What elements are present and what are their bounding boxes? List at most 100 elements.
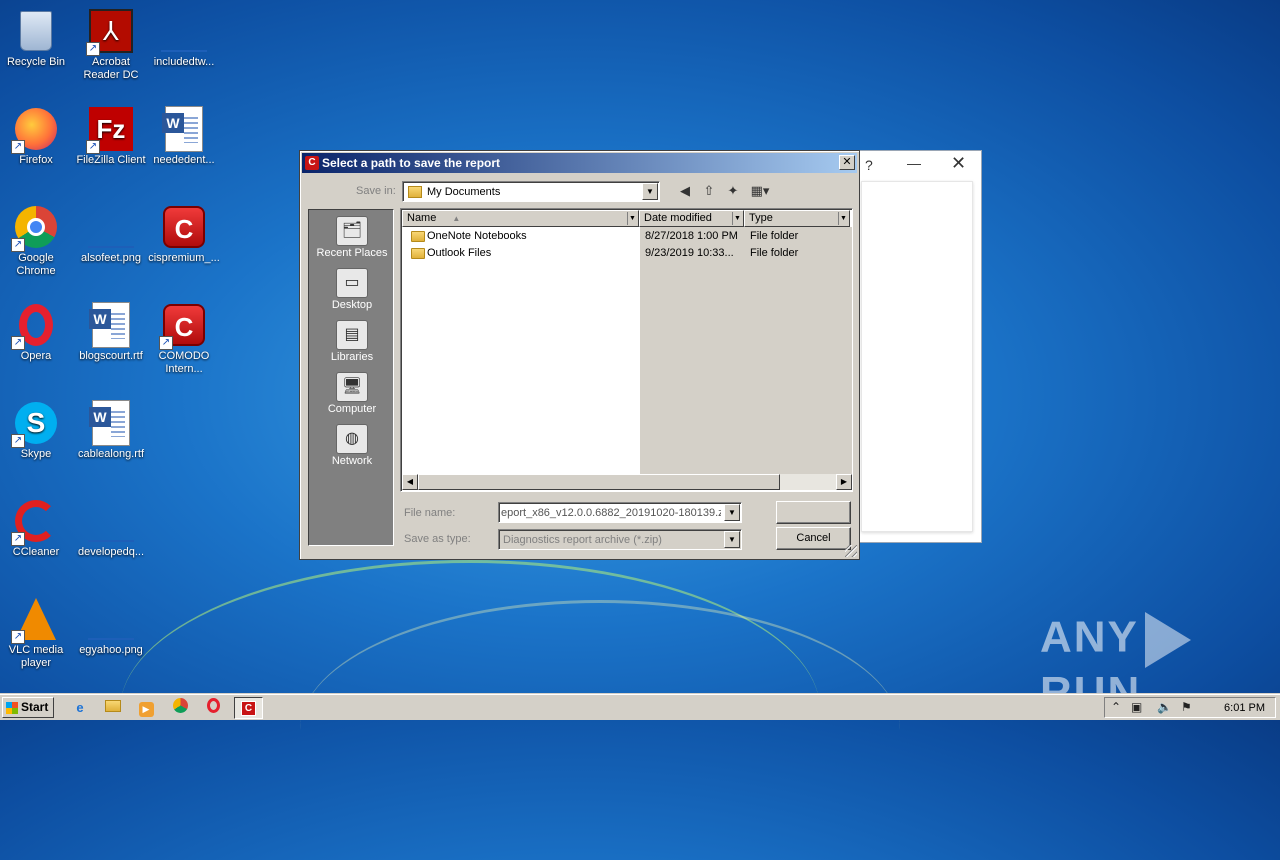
chevron-down-icon[interactable]: ▼ [724,504,740,521]
shortcut-arrow-icon: ↗ [11,140,25,154]
media-player-icon[interactable]: ▶ [134,698,158,718]
back-icon[interactable]: ◀ [676,182,694,200]
play-logo-icon [1144,612,1191,668]
background-window: ? — ✕ [858,150,982,543]
desktop-icon-includedtw[interactable]: includedtw... [148,8,220,69]
desktop-icon-ccleaner[interactable]: ↗ CCleaner [0,498,72,559]
chevron-down-icon[interactable]: ▼ [724,531,740,548]
desktop-icon-chrome[interactable]: ↗ Google Chrome [0,204,72,278]
action-center-flag-icon[interactable]: ⚑ [1181,700,1192,714]
view-menu-icon[interactable]: ▦▾ [748,182,772,200]
desktop-icon-comodo[interactable]: C ↗ COMODO Intern... [148,302,220,376]
shortcut-arrow-icon: ↗ [86,140,100,154]
desktop-icon-recycle-bin[interactable]: Recycle Bin [0,8,72,69]
taskbar: Start e ▶ C ⌃ ▣ 🔈 ⚑ 6:01 PM [0,694,1280,720]
chevron-down-icon[interactable]: ▼ [732,212,742,225]
file-list[interactable]: Name ▲ ▼ Date modified ▼ Type ▼ OneNote N… [400,208,853,492]
opera-icon[interactable] [201,698,225,718]
file-name: Outlook Files [427,247,492,259]
place-recent-places[interactable]: 🗂 Recent Places [309,216,395,259]
chevron-down-icon[interactable]: ▼ [838,212,848,225]
comodo-icon: C ↗ [159,302,207,350]
shortcut-arrow-icon: ↗ [11,336,25,350]
desktop-icon-acrobat[interactable]: ⅄ ↗ Acrobat Reader DC [75,8,147,82]
shortcut-arrow-icon: ↗ [86,42,100,56]
desktop-icon-blogscourt[interactable]: W blogscourt.rtf [75,302,147,363]
chevron-down-icon[interactable]: ▼ [627,212,637,225]
place-label: Recent Places [316,247,388,259]
save-button[interactable] [776,501,851,524]
new-folder-icon[interactable]: ✦ [724,182,742,200]
up-folder-icon[interactable]: ⇧ [700,182,718,200]
column-header-name[interactable]: Name ▲ ▼ [402,210,639,227]
desktop-icon-cispremium[interactable]: C cispremium_... [148,204,220,265]
file-row[interactable]: Outlook Files 9/23/2019 10:33... File fo… [403,245,851,262]
folder-icon [411,231,425,242]
save-as-type-dropdown[interactable]: Diagnostics report archive (*.zip) ▼ [498,529,742,550]
scroll-left-icon[interactable]: ◀ [402,474,418,490]
column-header-type[interactable]: Type ▼ [744,210,850,227]
internet-explorer-icon[interactable]: e [68,698,92,718]
firefox-icon: ↗ [11,106,59,154]
save-report-dialog: C Select a path to save the report ✕ Sav… [299,150,860,560]
desktop-icon-neededent[interactable]: W neededent... [148,106,220,167]
background-window-content [861,181,973,532]
save-as-type-value: Diagnostics report archive (*.zip) [503,534,662,546]
places-bar: 🗂 Recent Places ▭ Desktop ▤ Libraries 🖥 … [308,209,394,546]
folder-icon [408,186,422,198]
help-button[interactable]: ? [865,157,873,173]
file-date: 8/27/2018 1:00 PM [645,230,738,242]
column-header-date-modified[interactable]: Date modified ▼ [639,210,744,227]
skype-icon: S ↗ [11,400,59,448]
sort-asc-icon: ▲ [452,214,461,223]
show-hidden-icons-icon[interactable]: ⌃ [1111,700,1121,714]
chevron-down-icon[interactable]: ▼ [642,183,658,200]
start-button[interactable]: Start [2,697,54,718]
file-name-input[interactable]: eport_x86_v12.0.0.6882_20191020-180139.z… [498,502,742,523]
close-button[interactable]: ✕ [951,153,966,174]
desktop-icon-cablealong[interactable]: W cablealong.rtf [75,400,147,461]
dialog-title: Select a path to save the report [322,156,501,170]
network-icon[interactable]: ▣ [1131,700,1142,714]
shortcut-arrow-icon: ↗ [11,532,25,546]
place-network[interactable]: ◍ Network [309,424,395,467]
desktop-icon-firefox[interactable]: ↗ Firefox [0,106,72,167]
horizontal-scrollbar[interactable]: ◀ ▶ [402,474,852,490]
explorer-icon[interactable] [101,698,125,718]
place-libraries[interactable]: ▤ Libraries [309,320,395,363]
clock[interactable]: 6:01 PM [1224,702,1265,714]
recycle-bin-icon [13,8,59,54]
place-desktop[interactable]: ▭ Desktop [309,268,395,311]
recent-places-icon: 🗂 [336,216,368,246]
comodo-icon: C [161,204,207,250]
desktop-icon-skype[interactable]: S ↗ Skype [0,400,72,461]
image-file-icon [161,8,207,54]
vlc-icon: ↗ [11,596,59,644]
scrollbar-thumb[interactable] [418,474,780,490]
sorted-column-area [640,227,852,475]
libraries-icon: ▤ [336,320,368,350]
desktop-icon-developedq[interactable]: developedq... [75,498,147,559]
dialog-close-button[interactable]: ✕ [839,155,855,170]
resize-grip-icon[interactable] [845,545,857,557]
desktop-icon-filezilla[interactable]: Fz ↗ FileZilla Client [75,106,147,167]
desktop-icon-alsofeet[interactable]: alsofeet.png [75,204,147,265]
image-file-icon [88,498,134,544]
chrome-icon[interactable] [168,698,192,718]
taskbar-comodo-button[interactable]: C [234,697,263,719]
place-label: Network [331,455,373,467]
dialog-titlebar[interactable]: C Select a path to save the report ✕ [302,153,857,173]
scroll-right-icon[interactable]: ▶ [836,474,852,490]
save-in-dropdown[interactable]: My Documents ▼ [402,181,660,202]
volume-icon[interactable]: 🔈 [1157,700,1172,714]
cancel-button[interactable]: Cancel [776,527,851,550]
computer-icon: 🖥 [336,372,368,402]
desktop-icon-egyahoo[interactable]: egyahoo.png [75,596,147,657]
save-as-type-label: Save as type: [404,533,471,545]
place-computer[interactable]: 🖥 Computer [309,372,395,415]
chrome-icon: ↗ [11,204,59,252]
minimize-button[interactable]: — [907,155,921,171]
file-row[interactable]: OneNote Notebooks 8/27/2018 1:00 PM File… [403,228,851,245]
desktop-icon-opera[interactable]: ↗ Opera [0,302,72,363]
desktop-icon-vlc[interactable]: ↗ VLC media player [0,596,72,670]
